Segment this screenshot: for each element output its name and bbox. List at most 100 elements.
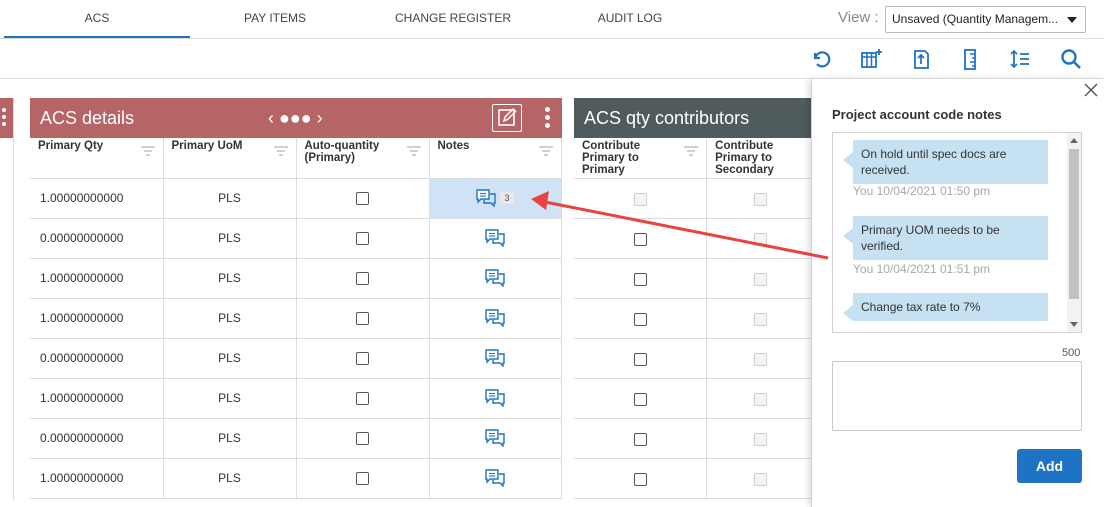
- filter-icon[interactable]: [273, 146, 288, 156]
- auto-quantity-cell[interactable]: [296, 338, 430, 379]
- table-row[interactable]: [574, 418, 814, 459]
- notes-icon[interactable]: [476, 189, 497, 208]
- notes-cell[interactable]: [429, 298, 562, 339]
- search-icon[interactable]: [1059, 47, 1083, 71]
- ruler-icon[interactable]: [958, 47, 982, 71]
- edit-icon[interactable]: [492, 104, 522, 132]
- notes-list[interactable]: On hold until spec docs are received. Yo…: [832, 132, 1082, 333]
- column-group-pager[interactable]: ‹ ●●● ›: [268, 98, 323, 138]
- auto-quantity-checkbox[interactable]: [356, 352, 369, 366]
- add-column-icon[interactable]: [859, 47, 883, 71]
- kebab-menu-icon[interactable]: [2, 108, 6, 128]
- filter-icon[interactable]: [140, 146, 155, 156]
- auto-quantity-cell[interactable]: [296, 218, 430, 259]
- auto-quantity-cell[interactable]: [296, 458, 430, 499]
- contribute-primary-checkbox[interactable]: [633, 392, 647, 406]
- primary-uom-cell[interactable]: PLS: [163, 298, 297, 339]
- auto-quantity-cell[interactable]: [296, 378, 430, 419]
- tab-pay-items[interactable]: PAY ITEMS: [196, 0, 354, 38]
- primary-qty-cell[interactable]: 1.00000000000: [30, 378, 164, 419]
- table-row[interactable]: [574, 258, 814, 299]
- contribute-primary-to-primary-cell[interactable]: [574, 338, 708, 379]
- contribute-primary-checkbox[interactable]: [633, 432, 647, 446]
- table-row[interactable]: 1.00000000000 PLS: [30, 458, 562, 499]
- new-note-input[interactable]: [832, 361, 1082, 431]
- column-header-notes[interactable]: Notes: [429, 138, 562, 179]
- contribute-primary-checkbox[interactable]: [633, 312, 647, 326]
- view-select[interactable]: Unsaved (Quantity Managem...: [885, 6, 1086, 33]
- contribute-primary-to-primary-cell[interactable]: [574, 258, 708, 299]
- auto-quantity-cell[interactable]: [296, 178, 430, 219]
- notes-icon[interactable]: [485, 469, 505, 488]
- auto-quantity-checkbox[interactable]: [356, 232, 369, 246]
- table-row[interactable]: 1.00000000000 PLS: [30, 378, 562, 419]
- table-row[interactable]: 1.00000000000 PLS 3: [30, 178, 562, 219]
- primary-qty-cell[interactable]: 1.00000000000: [30, 458, 164, 499]
- contribute-primary-to-primary-cell[interactable]: [574, 298, 708, 339]
- contribute-primary-checkbox[interactable]: [633, 192, 647, 206]
- primary-uom-cell[interactable]: PLS: [163, 258, 297, 299]
- filter-icon[interactable]: [538, 146, 553, 156]
- contribute-primary-checkbox[interactable]: [633, 472, 647, 486]
- notes-scrollbar[interactable]: [1067, 133, 1081, 332]
- auto-quantity-checkbox[interactable]: [356, 272, 369, 286]
- contribute-primary-to-primary-cell[interactable]: [574, 458, 708, 499]
- column-header-primary-qty[interactable]: Primary Qty: [30, 138, 164, 179]
- notes-cell[interactable]: [429, 378, 562, 419]
- primary-uom-cell[interactable]: PLS: [163, 218, 297, 259]
- table-row[interactable]: [574, 218, 814, 259]
- scrollbar-thumb[interactable]: [1069, 149, 1079, 299]
- notes-cell[interactable]: [429, 258, 562, 299]
- notes-icon[interactable]: [485, 309, 505, 328]
- notes-cell[interactable]: [429, 418, 562, 459]
- primary-uom-cell[interactable]: PLS: [163, 378, 297, 419]
- table-row[interactable]: [574, 378, 814, 419]
- refresh-icon[interactable]: [809, 47, 833, 71]
- kebab-menu-icon[interactable]: [545, 107, 553, 129]
- notes-icon[interactable]: [485, 389, 505, 408]
- table-row[interactable]: 1.00000000000 PLS: [30, 258, 562, 299]
- primary-qty-cell[interactable]: 1.00000000000: [30, 298, 164, 339]
- column-header-contribute-primary-to-secondary[interactable]: Contribute Primary to Secondary: [706, 138, 814, 179]
- contribute-primary-checkbox[interactable]: [633, 272, 647, 286]
- table-row[interactable]: [574, 178, 814, 219]
- filter-icon[interactable]: [684, 146, 699, 156]
- table-row[interactable]: [574, 338, 814, 379]
- table-row[interactable]: 0.00000000000 PLS: [30, 218, 562, 259]
- auto-quantity-checkbox[interactable]: [356, 392, 369, 406]
- table-row[interactable]: 1.00000000000 PLS: [30, 298, 562, 339]
- notes-cell[interactable]: [429, 458, 562, 499]
- export-icon[interactable]: [908, 47, 932, 71]
- tab-audit-log[interactable]: AUDIT LOG: [566, 0, 694, 38]
- scroll-down-icon[interactable]: [1070, 322, 1078, 327]
- table-row[interactable]: 0.00000000000 PLS: [30, 338, 562, 379]
- primary-qty-cell[interactable]: 0.00000000000: [30, 218, 164, 259]
- primary-uom-cell[interactable]: PLS: [163, 418, 297, 459]
- auto-quantity-checkbox[interactable]: [356, 192, 369, 206]
- auto-quantity-cell[interactable]: [296, 418, 430, 459]
- filter-icon[interactable]: [406, 146, 421, 156]
- auto-quantity-checkbox[interactable]: [356, 472, 369, 486]
- table-row[interactable]: [574, 298, 814, 339]
- contribute-primary-to-primary-cell[interactable]: [574, 378, 708, 419]
- notes-icon[interactable]: [485, 349, 505, 368]
- contribute-primary-checkbox[interactable]: [633, 232, 647, 246]
- contribute-primary-checkbox[interactable]: [633, 352, 647, 366]
- notes-cell[interactable]: [429, 218, 562, 259]
- tab-change-register[interactable]: CHANGE REGISTER: [372, 0, 534, 38]
- notes-icon[interactable]: [485, 429, 505, 448]
- primary-uom-cell[interactable]: PLS: [163, 178, 297, 219]
- column-header-auto-quantity[interactable]: Auto-quantity (Primary): [296, 138, 430, 179]
- contribute-primary-to-primary-cell[interactable]: [574, 218, 708, 259]
- sort-lines-icon[interactable]: [1008, 47, 1032, 71]
- primary-qty-cell[interactable]: 0.00000000000: [30, 418, 164, 459]
- primary-uom-cell[interactable]: PLS: [163, 338, 297, 379]
- auto-quantity-checkbox[interactable]: [356, 432, 369, 446]
- contribute-primary-to-primary-cell[interactable]: [574, 418, 708, 459]
- primary-qty-cell[interactable]: 1.00000000000: [30, 178, 164, 219]
- scroll-up-icon[interactable]: [1070, 138, 1078, 143]
- notes-icon[interactable]: [485, 229, 505, 248]
- auto-quantity-cell[interactable]: [296, 298, 430, 339]
- add-note-button[interactable]: Add: [1017, 449, 1082, 483]
- table-row[interactable]: [574, 458, 814, 499]
